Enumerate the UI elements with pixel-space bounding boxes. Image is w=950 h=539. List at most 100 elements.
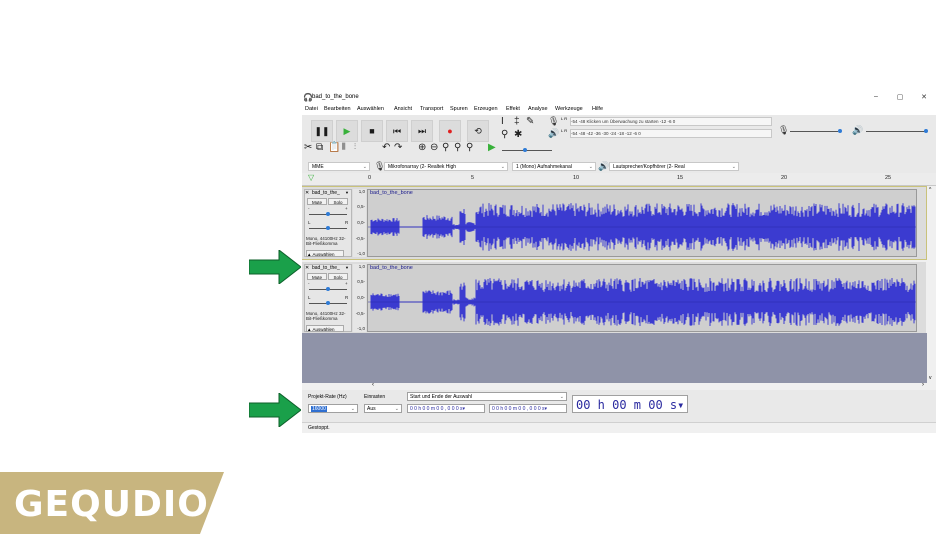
project-rate-select[interactable]: 16000 ⌄ — [308, 404, 358, 413]
solo-button[interactable]: Solo — [328, 273, 348, 280]
scroll-right-icon[interactable]: › — [922, 382, 924, 388]
audio-position-display[interactable]: 00 h 00 m 00 s▾ — [572, 395, 688, 413]
menu-spuren[interactable]: Spuren — [450, 106, 468, 112]
pan-left-label: L — [308, 295, 311, 300]
record-button[interactable]: ● — [439, 120, 461, 142]
undo-icon[interactable]: ↶ — [382, 142, 390, 153]
timeline-ruler[interactable]: ▽ 0 5 10 15 20 25 — [302, 173, 936, 186]
loop-button[interactable]: ⟲ — [467, 120, 489, 142]
playback-volume-slider[interactable] — [866, 131, 926, 132]
menu-datei[interactable]: Datei — [305, 106, 318, 112]
maximize-button[interactable]: ▢ — [894, 93, 906, 101]
cut-icon[interactable]: ✂ — [304, 142, 312, 153]
pan-knob[interactable] — [326, 226, 330, 230]
skip-to-start-button[interactable]: ⏮ — [386, 120, 408, 142]
menu-bearbeiten[interactable]: Bearbeiten — [324, 106, 351, 112]
audio-host-select[interactable]: MME ⌄ — [308, 162, 370, 171]
record-volume-knob[interactable] — [838, 129, 842, 133]
fit-project-icon[interactable]: ⚲ — [454, 142, 461, 153]
waveform-clip[interactable]: bad_to_the_bone — [367, 189, 917, 257]
draw-tool-icon[interactable]: ✎ — [526, 116, 534, 127]
menu-erzeugen[interactable]: Erzeugen — [474, 106, 498, 112]
gequdio-logo: GEQUDIO — [0, 472, 224, 534]
paste-icon[interactable]: 📋 — [328, 142, 340, 153]
record-meter[interactable]: -54 -48 Klicken um Überwachung zu starte… — [570, 117, 772, 126]
track-menu-chevron-icon[interactable]: ▼ — [345, 190, 349, 195]
pan-knob[interactable] — [326, 301, 330, 305]
solo-button[interactable]: Solo — [328, 198, 348, 205]
selection-mode-select[interactable]: Start und Ende der Auswahl ⌄ — [407, 392, 567, 401]
playback-volume-knob[interactable] — [924, 129, 928, 133]
vertical-scale[interactable]: 1,0 0,5- 0,0- -0,5- -1,0 — [353, 264, 366, 332]
menu-effekt[interactable]: Effekt — [506, 106, 520, 112]
skip-to-end-button[interactable]: ⏭ — [411, 120, 433, 142]
stop-button[interactable]: ■ — [361, 120, 383, 142]
selection-tool-icon[interactable]: I — [501, 116, 504, 127]
snap-select[interactable]: Aus ⌄ — [364, 404, 402, 413]
menu-auswaehlen[interactable]: Auswählen — [357, 106, 384, 112]
speaker-icon[interactable]: 🔊 — [548, 128, 559, 139]
zoom-toggle-icon[interactable]: ⚲ — [466, 142, 473, 153]
pause-button[interactable]: ❚❚ — [311, 120, 333, 142]
playback-device-select[interactable]: Lautsprecher/Kopfhörer (2- Real ⌄ — [609, 162, 739, 171]
audio-track-1[interactable]: ✕ bad_to_the_ ▼ Mute Solo - + L R Mono, … — [302, 186, 927, 260]
menu-transport[interactable]: Transport — [420, 106, 443, 112]
multi-tool-icon[interactable]: ✱ — [514, 129, 522, 140]
track-name-menu[interactable]: bad_to_the_ — [312, 265, 340, 271]
menu-ansicht[interactable]: Ansicht — [394, 106, 412, 112]
menu-werkzeuge[interactable]: Werkzeuge — [555, 106, 583, 112]
playhead-triangle-icon[interactable]: ▽ — [308, 173, 314, 182]
menu-hilfe[interactable]: Hilfe — [592, 106, 603, 112]
play-at-speed-icon[interactable]: ▶ — [488, 142, 496, 153]
play-meter[interactable]: -54 -48 -42 -36 -30 -24 -18 -12 -6 0 — [570, 129, 772, 138]
selection-start-time[interactable]: 0 0 h 0 0 m 0 0 , 0 0 0 s▾ — [407, 404, 485, 413]
vertical-scale[interactable]: 1,0 0,5- 0,0- -0,5- -1,0 — [353, 189, 366, 257]
waveform-graphic — [368, 278, 916, 326]
silence-icon[interactable]: ⫶ — [354, 142, 356, 152]
horizontal-scrollbar[interactable]: ‹ › — [302, 382, 936, 390]
copy-icon[interactable]: ⧉ — [316, 142, 323, 153]
recording-channels-select[interactable]: 1 (Mono) Aufnahmekanal ⌄ — [512, 162, 596, 171]
gain-knob[interactable] — [326, 287, 330, 291]
mute-button[interactable]: Mute — [307, 273, 327, 280]
track-format-info: Mono, 44100Hz 32-Bit-Fließkomma — [306, 311, 346, 321]
zoom-tool-icon[interactable]: ⚲ — [501, 129, 508, 140]
recording-device-select[interactable]: Mikrofonarray (2- Realtek High ⌄ — [384, 162, 508, 171]
waveform-clip[interactable]: bad_to_the_bone — [367, 264, 917, 332]
select-track-button[interactable]: ▲ Auswählen — [306, 325, 344, 332]
gain-plus-label: + — [345, 281, 348, 286]
track-name-menu[interactable]: bad_to_the_ — [312, 190, 340, 196]
track-close-icon[interactable]: ✕ — [305, 190, 309, 196]
scroll-left-icon[interactable]: ‹ — [372, 382, 374, 388]
selection-toolbar: Projekt-Rate (Hz) 16000 ⌄ Einrasten Aus ⌄ … — [302, 390, 936, 422]
microphone-icon[interactable]: 🎙 — [548, 116, 559, 127]
fit-selection-icon[interactable]: ⚲ — [442, 142, 449, 153]
menu-analyse[interactable]: Analyse — [528, 106, 548, 112]
scroll-down-icon[interactable]: v — [929, 375, 932, 381]
gain-knob[interactable] — [326, 212, 330, 216]
select-track-button[interactable]: ▲ Auswählen — [306, 250, 344, 257]
track-close-icon[interactable]: ✕ — [305, 265, 309, 271]
audio-track-2[interactable]: ✕ bad_to_the_ ▼ Mute Solo - + L R Mono, … — [302, 262, 926, 334]
minimize-button[interactable]: – — [870, 93, 882, 100]
mute-button[interactable]: Mute — [307, 198, 327, 205]
scroll-up-icon[interactable]: ^ — [929, 187, 931, 193]
scale-label: 0,5- — [357, 204, 365, 209]
vertical-scrollbar[interactable]: ^ v — [927, 187, 936, 383]
envelope-tool-icon[interactable]: ‡ — [514, 116, 520, 127]
scale-label: -1,0 — [357, 251, 365, 256]
trim-icon[interactable]: ⫼ — [342, 142, 346, 152]
track-menu-chevron-icon[interactable]: ▼ — [345, 265, 349, 270]
close-button[interactable]: ✕ — [918, 93, 930, 101]
redo-icon[interactable]: ↷ — [394, 142, 402, 153]
selection-end-time[interactable]: 0 0 h 0 0 m 0 0 , 0 0 0 s▾ — [489, 404, 567, 413]
empty-track-area[interactable] — [302, 333, 936, 383]
record-volume-slider[interactable] — [790, 131, 838, 132]
play-button[interactable]: ▶ — [336, 120, 358, 142]
pan-right-label: R — [345, 295, 349, 300]
play-speed-knob[interactable] — [523, 148, 527, 152]
pan-right-label: R — [345, 220, 349, 225]
play-speed-slider[interactable] — [502, 150, 552, 151]
zoom-in-icon[interactable]: ⊕ — [418, 142, 426, 153]
zoom-out-icon[interactable]: ⊖ — [430, 142, 438, 153]
